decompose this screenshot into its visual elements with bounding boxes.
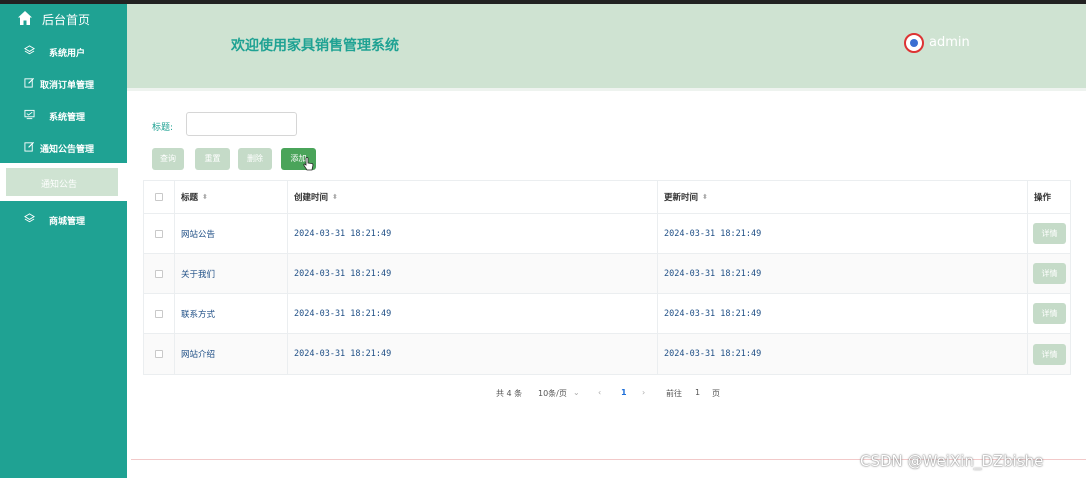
select-all-checkbox[interactable]: [155, 193, 163, 201]
cell-title: 网站介绍: [175, 334, 288, 374]
sidebar-item-system-users[interactable]: 系统用户: [0, 41, 127, 63]
column-header-actions: 操作: [1034, 193, 1052, 203]
title-search-input[interactable]: [186, 112, 297, 136]
home-icon: [18, 11, 32, 25]
sidebar-item-label: 通知公告管理: [40, 145, 95, 155]
username[interactable]: admin: [929, 35, 970, 50]
sidebar-item-system-management[interactable]: 系统管理: [0, 105, 127, 127]
sidebar-item-label: 商城管理: [49, 217, 86, 227]
cell-title: 关于我们: [175, 254, 288, 293]
table-row: 网站公告 2024-03-31 18:21:49 2024-03-31 18:2…: [144, 214, 1070, 254]
sidebar: 后台首页 系统用户 取消订单管理 系统管理 通知公告管理 通知公告 商城管理: [0, 4, 127, 478]
row-select-cell: [144, 334, 175, 374]
row-select-cell: [144, 294, 175, 333]
sidebar-subitem-label: 通知公告: [41, 180, 78, 190]
cell-actions: 详情: [1028, 294, 1072, 333]
edit-icon: [24, 141, 35, 152]
row-checkbox[interactable]: [155, 309, 163, 318]
chevron-down-icon[interactable]: ⌄: [573, 388, 580, 397]
cell-created: 2024-03-31 18:21:49: [288, 294, 658, 333]
current-page[interactable]: 1: [621, 388, 627, 397]
cell-actions: 详情: [1028, 214, 1072, 253]
sidebar-item-mall-management[interactable]: 商城管理: [0, 209, 127, 231]
column-header-created[interactable]: 创建时间 ⬍: [288, 181, 658, 213]
monitor-icon: [24, 109, 35, 120]
pagination-total: 共 4 条: [496, 389, 523, 398]
hand-cursor-icon: [303, 157, 314, 171]
watermark: CSDN @WeiXin_DZbishe: [860, 452, 1044, 470]
edit-icon: [24, 77, 35, 88]
pagination: 共 4 条 10条/页 ⌄ ‹ 1 › 前往 1 页: [127, 388, 1086, 402]
sidebar-subitem-highlight: 通知公告: [6, 168, 118, 196]
row-checkbox[interactable]: [155, 350, 163, 358]
search-label: 标题:: [152, 123, 174, 133]
sidebar-item-label: 取消订单管理: [40, 81, 95, 91]
detail-button[interactable]: 详情: [1033, 343, 1066, 365]
layers-icon: [24, 213, 35, 223]
query-button[interactable]: 查询: [152, 148, 184, 170]
sidebar-item-label: 系统用户: [49, 49, 86, 59]
column-header-title[interactable]: 标题 ⬍: [175, 181, 288, 213]
page-size-select[interactable]: 10条/页: [538, 388, 567, 399]
sidebar-item-label: 系统管理: [49, 113, 86, 123]
layers-icon: [24, 45, 35, 55]
next-page-icon[interactable]: ›: [642, 388, 645, 397]
sidebar-home-label: 后台首页: [42, 13, 91, 27]
goto-label: 前往: [666, 389, 682, 398]
sidebar-home[interactable]: 后台首页: [0, 4, 127, 32]
detail-button[interactable]: 详情: [1033, 303, 1066, 324]
column-header-updated[interactable]: 更新时间 ⬍: [658, 181, 1028, 213]
main-content: 标题: 查询 重置 删除 添加 标题 ⬍ 创建时间 ⬍ 更新时间 ⬍ 操作 网站公告 …: [127, 88, 1086, 478]
sidebar-item-notice-management[interactable]: 通知公告管理: [0, 137, 127, 159]
cell-title: 网站公告: [175, 214, 288, 253]
table-row: 联系方式 2024-03-31 18:21:49 2024-03-31 18:2…: [144, 294, 1070, 334]
cell-updated: 2024-03-31 18:21:49: [658, 334, 1028, 374]
delete-button[interactable]: 删除: [238, 148, 272, 170]
avatar[interactable]: [904, 33, 924, 53]
table-header-row: 标题 ⬍ 创建时间 ⬍ 更新时间 ⬍ 操作: [144, 181, 1070, 214]
cell-created: 2024-03-31 18:21:49: [288, 254, 658, 293]
goto-page-input[interactable]: 1: [695, 388, 700, 397]
sort-icon[interactable]: ⬍: [702, 193, 708, 201]
header: 欢迎使用家具销售管理系统 admin: [127, 4, 1086, 88]
cell-created: 2024-03-31 18:21:49: [288, 214, 658, 253]
cell-actions: 详情: [1028, 334, 1072, 374]
sidebar-item-cancel-orders[interactable]: 取消订单管理: [0, 73, 127, 95]
sort-icon[interactable]: ⬍: [202, 193, 208, 201]
reset-button[interactable]: 重置: [195, 148, 230, 170]
table-row: 关于我们 2024-03-31 18:21:49 2024-03-31 18:2…: [144, 254, 1070, 294]
cell-updated: 2024-03-31 18:21:49: [658, 294, 1028, 333]
page-title: 欢迎使用家具销售管理系统: [231, 38, 399, 54]
detail-button[interactable]: 详情: [1033, 263, 1066, 284]
prev-page-icon[interactable]: ‹: [598, 388, 601, 397]
cell-title: 联系方式: [175, 294, 288, 333]
sidebar-subitem-notice[interactable]: 通知公告: [0, 163, 127, 201]
cell-updated: 2024-03-31 18:21:49: [658, 254, 1028, 293]
table-row: 网站介绍 2024-03-31 18:21:49 2024-03-31 18:2…: [144, 334, 1070, 374]
detail-button[interactable]: 详情: [1033, 223, 1066, 244]
cell-created: 2024-03-31 18:21:49: [288, 334, 658, 374]
row-checkbox[interactable]: [155, 229, 163, 238]
sort-icon[interactable]: ⬍: [332, 193, 338, 201]
page-suffix: 页: [712, 389, 720, 398]
cell-actions: 详情: [1028, 254, 1072, 293]
row-checkbox[interactable]: [155, 269, 163, 278]
cell-updated: 2024-03-31 18:21:49: [658, 214, 1028, 253]
row-select-cell: [144, 214, 175, 253]
select-all-cell: [144, 181, 175, 213]
row-select-cell: [144, 254, 175, 293]
notice-table: 标题 ⬍ 创建时间 ⬍ 更新时间 ⬍ 操作 网站公告 2024-03-31 18:21…: [143, 180, 1071, 375]
